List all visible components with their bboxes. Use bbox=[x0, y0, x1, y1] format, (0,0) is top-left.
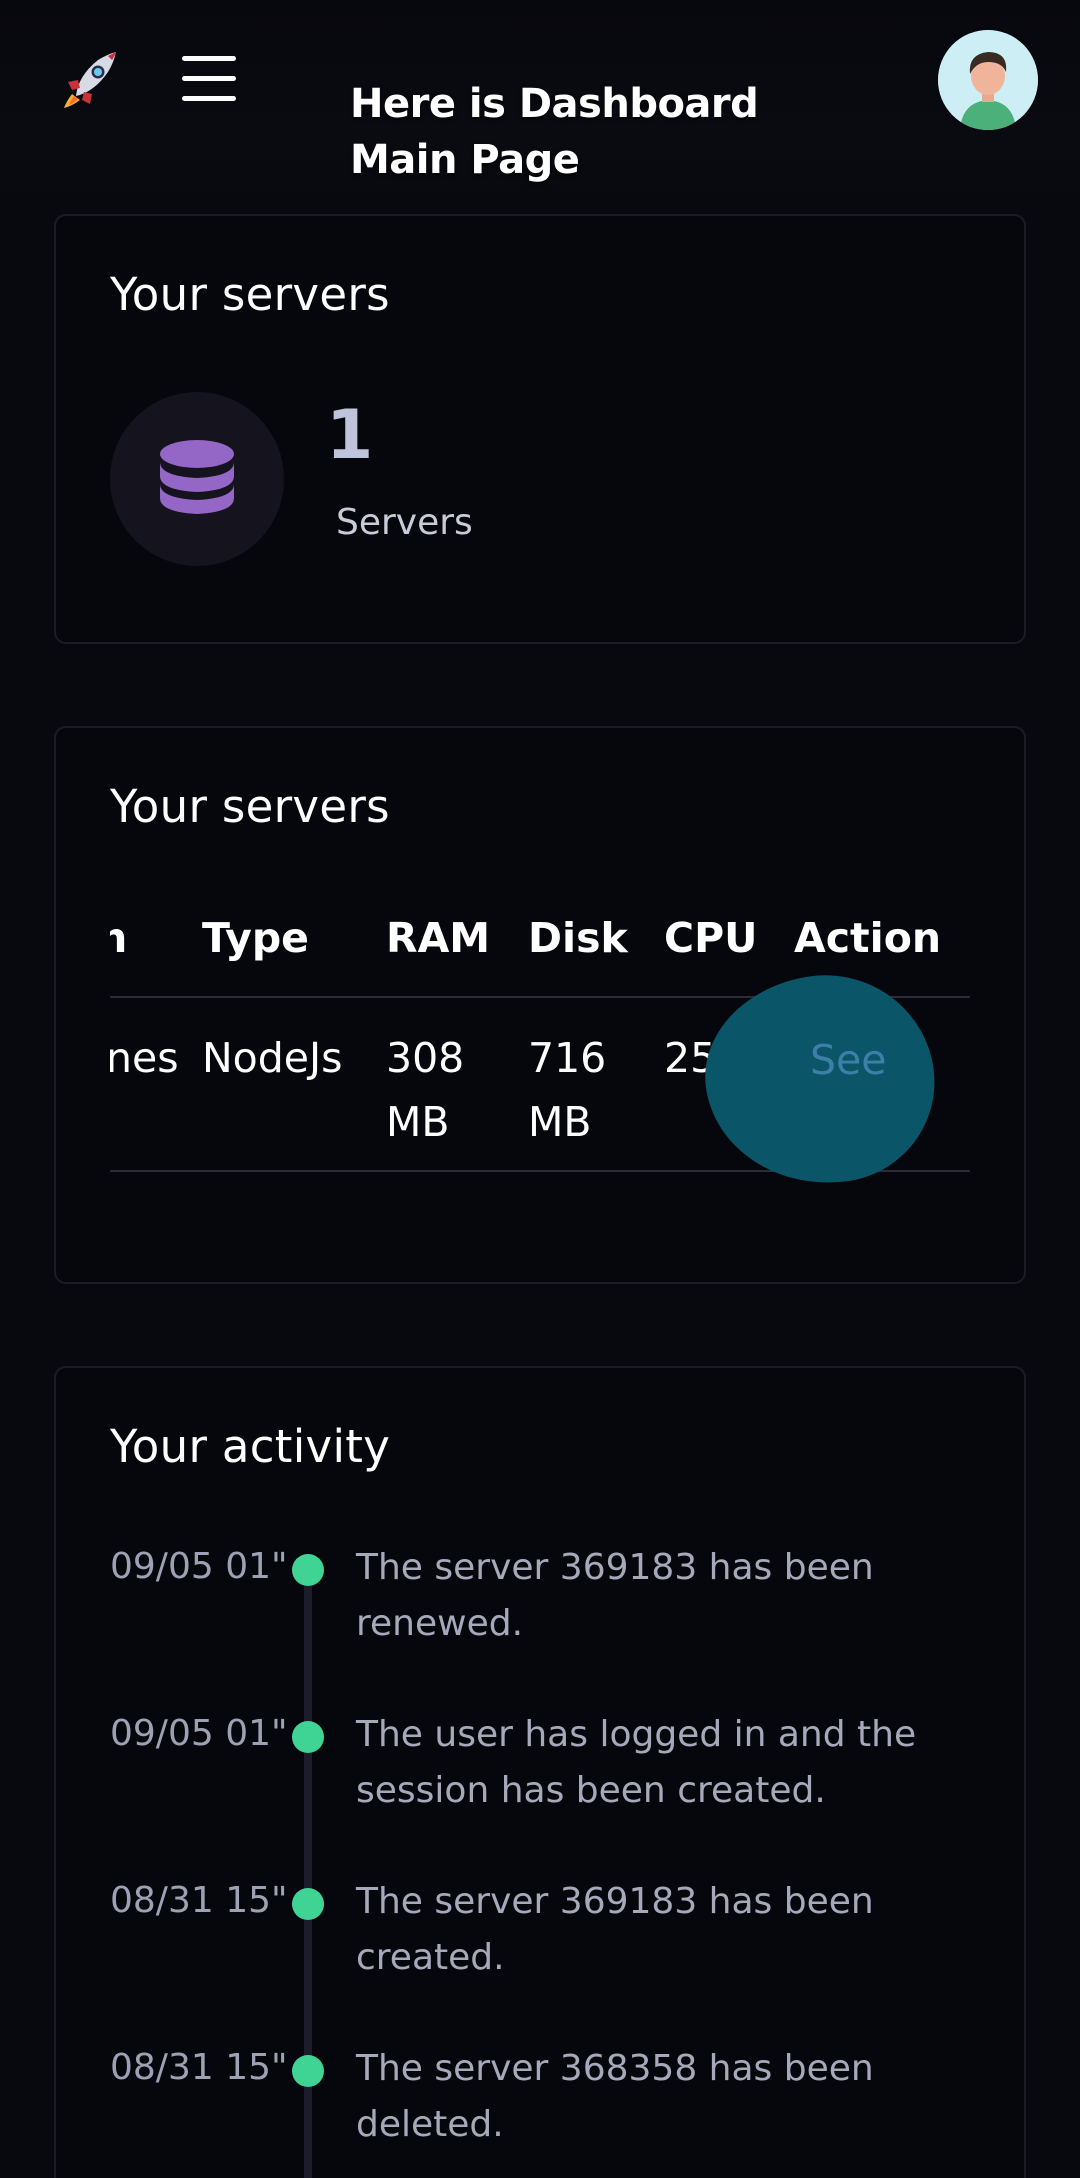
activity-time: 09/05 01" bbox=[110, 1713, 288, 1754]
activity-dot bbox=[292, 2055, 324, 2087]
column-header-ram: RAM bbox=[386, 914, 491, 962]
activity-text: The server 369183 has been renewed. bbox=[356, 1547, 874, 1644]
server-count-label: Servers bbox=[336, 502, 473, 543]
table-cell-ram-value: 308 bbox=[386, 1034, 465, 1082]
column-header-name: on bbox=[110, 914, 128, 962]
column-header-action: Action bbox=[794, 914, 942, 962]
database-icon-circle bbox=[110, 392, 284, 566]
menu-bar bbox=[182, 76, 236, 81]
column-header-disk: Disk bbox=[528, 914, 628, 962]
table-cell-type: NodeJs bbox=[202, 1034, 343, 1082]
server-count: 1 bbox=[326, 396, 374, 475]
activity-dot bbox=[292, 1721, 324, 1753]
user-avatar-icon[interactable] bbox=[938, 30, 1038, 130]
activity-dot bbox=[292, 1888, 324, 1920]
activity-text: The user has logged in and the session h… bbox=[356, 1714, 917, 1811]
hamburger-menu-icon[interactable] bbox=[178, 54, 240, 106]
servers-summary-card: Your servers 1 Servers bbox=[54, 214, 1026, 644]
activity-time: 08/31 15" bbox=[110, 1880, 288, 1921]
page-title-line1: Here is Dashboard bbox=[350, 81, 759, 127]
see-server-link[interactable]: See bbox=[810, 1036, 886, 1084]
servers-summary-title: Your servers bbox=[110, 268, 390, 321]
activity-text: The server 369183 has been created. bbox=[356, 1881, 874, 1978]
page-title-line2: Main Page bbox=[350, 137, 580, 183]
column-header-type: Type bbox=[202, 914, 309, 962]
table-cell-disk: 716 MB bbox=[528, 1026, 606, 1154]
activity-title: Your activity bbox=[110, 1420, 391, 1473]
table-cell-ram: 308 MB bbox=[386, 1026, 464, 1154]
servers-table-title: Your servers bbox=[110, 780, 390, 833]
table-cell-name: nes bbox=[110, 1034, 179, 1082]
activity-card: Your activity 09/05 01" The server 36918… bbox=[54, 1366, 1026, 2178]
menu-bar bbox=[182, 56, 236, 61]
database-icon bbox=[160, 440, 234, 514]
activity-dot bbox=[292, 1554, 324, 1586]
table-cell-disk-value: 716 bbox=[528, 1034, 607, 1082]
table-cell-disk-unit: MB bbox=[528, 1098, 592, 1146]
table-cell-ram-unit: MB bbox=[386, 1098, 450, 1146]
activity-text: The server 368358 has been deleted. bbox=[356, 2048, 874, 2145]
column-header-cpu: CPU bbox=[664, 914, 758, 962]
page-title: Here is Dashboard Main Page bbox=[350, 76, 770, 188]
activity-time: 09/05 01" bbox=[110, 1546, 288, 1587]
dashboard-page: Here is Dashboard Main Page Your servers bbox=[0, 0, 1080, 2178]
top-header: Here is Dashboard Main Page bbox=[0, 0, 1080, 200]
activity-time: 08/31 15" bbox=[110, 2047, 288, 2088]
rocket-icon[interactable] bbox=[62, 50, 120, 110]
menu-bar bbox=[182, 96, 236, 101]
